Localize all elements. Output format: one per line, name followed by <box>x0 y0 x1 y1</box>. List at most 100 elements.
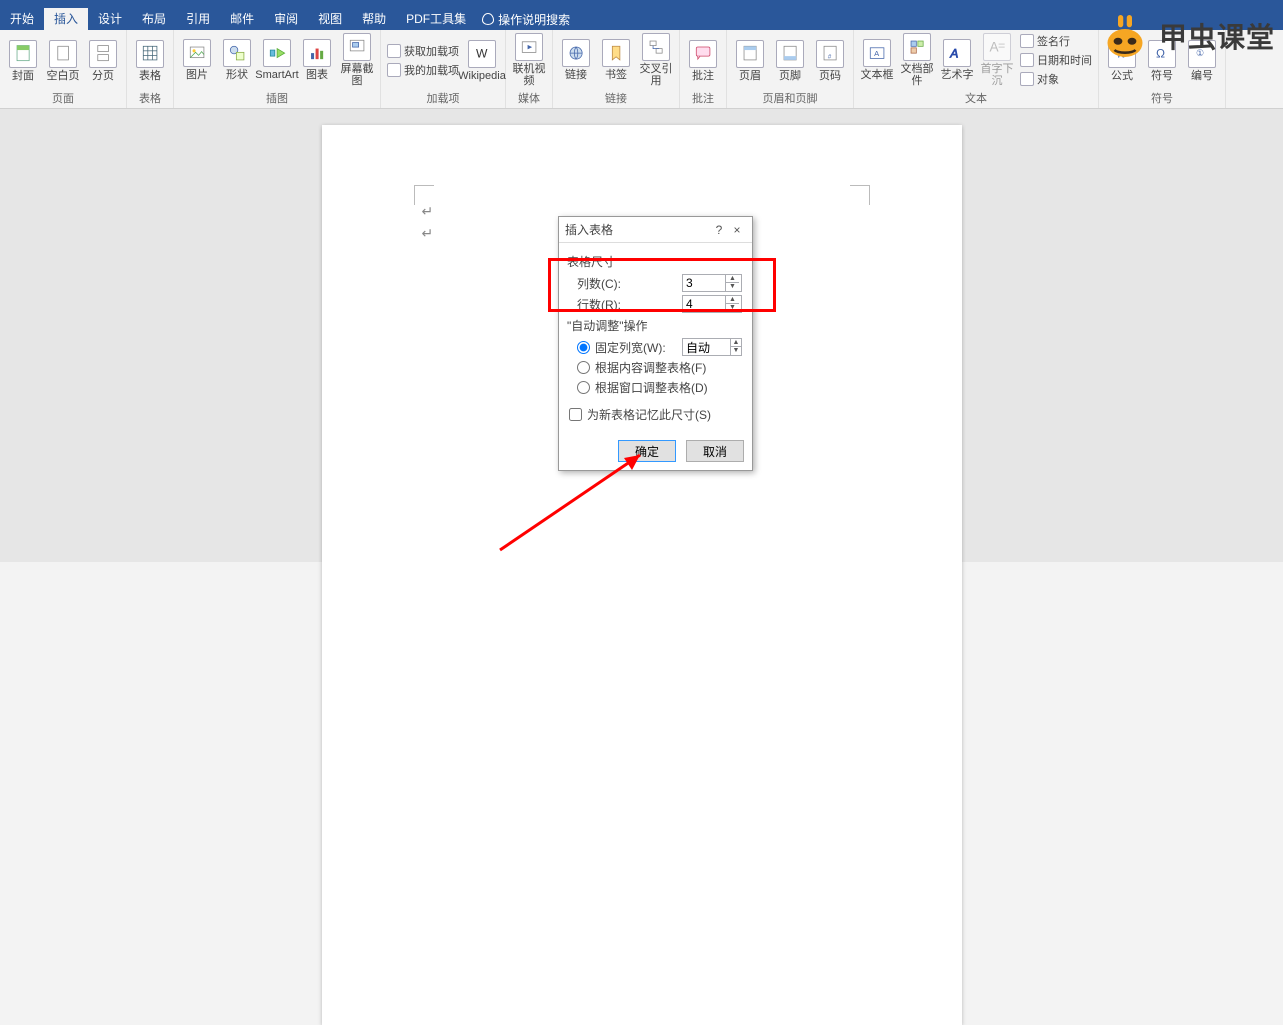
link-button[interactable]: 链接 <box>557 37 595 83</box>
crossref-icon <box>642 33 670 61</box>
footer-icon <box>776 40 804 68</box>
my-addins-button[interactable]: 我的加载项 <box>385 61 461 79</box>
fit-window-label: 根据窗口调整表格(D) <box>595 379 708 396</box>
shapes-icon <box>223 39 251 67</box>
table-button[interactable]: 表格 <box>131 38 169 84</box>
smartart-button[interactable]: SmartArt <box>258 37 296 83</box>
page-break-icon <box>89 40 117 68</box>
autofit-section: "自动调整"操作 <box>567 317 742 334</box>
textbox-button[interactable]: A文本框 <box>858 37 896 83</box>
spin-up-icon[interactable]: ▲ <box>726 296 739 304</box>
bookmark-button[interactable]: 书签 <box>597 37 635 83</box>
rows-input[interactable] <box>683 297 725 311</box>
tab-help[interactable]: 帮助 <box>352 8 396 30</box>
online-video-button[interactable]: 联机视频 <box>510 31 548 89</box>
picture-icon <box>183 39 211 67</box>
spin-down-icon[interactable]: ▼ <box>726 283 739 291</box>
spin-down-icon[interactable]: ▼ <box>731 347 741 355</box>
header-icon <box>736 40 764 68</box>
columns-spinner[interactable]: ▲▼ <box>682 274 742 292</box>
tab-start[interactable]: 开始 <box>0 8 44 30</box>
datetime-icon <box>1020 53 1034 67</box>
table-size-section: 表格尺寸 <box>567 253 742 270</box>
footer-button[interactable]: 页脚 <box>771 38 809 84</box>
blank-page-icon <box>49 40 77 68</box>
tab-design[interactable]: 设计 <box>88 8 132 30</box>
svg-text:W: W <box>476 47 488 61</box>
textbox-icon: A <box>863 39 891 67</box>
columns-input[interactable] <box>683 276 725 290</box>
group-table-label: 表格 <box>139 89 161 108</box>
signature-line-button[interactable]: 签名行 <box>1018 32 1094 50</box>
quickparts-button[interactable]: 文档部件 <box>898 31 936 89</box>
link-icon <box>562 39 590 67</box>
paragraph-mark: ↵ <box>422 203 434 220</box>
pagenum-button[interactable]: #页码 <box>811 38 849 84</box>
fixed-width-radio[interactable] <box>577 341 590 354</box>
picture-button[interactable]: 图片 <box>178 37 216 83</box>
shapes-button[interactable]: 形状 <box>218 37 256 83</box>
table-icon <box>136 40 164 68</box>
chart-icon <box>303 39 331 67</box>
fit-content-label: 根据内容调整表格(F) <box>595 359 706 376</box>
screenshot-icon <box>343 33 371 61</box>
cover-page-button[interactable]: 封面 <box>4 38 42 84</box>
tab-pdf[interactable]: PDF工具集 <box>396 8 476 30</box>
chart-button[interactable]: 图表 <box>298 37 336 83</box>
wordart-button[interactable]: A艺术字 <box>938 37 976 83</box>
spin-down-icon[interactable]: ▼ <box>726 304 739 312</box>
object-button[interactable]: 对象 <box>1018 70 1094 88</box>
comment-button[interactable]: 批注 <box>684 38 722 84</box>
dialog-title: 插入表格 <box>565 221 710 238</box>
wordart-icon: A <box>943 39 971 67</box>
fixed-width-input[interactable] <box>683 340 725 354</box>
quickparts-icon <box>903 33 931 61</box>
screenshot-button[interactable]: 屏幕截图 <box>338 31 376 89</box>
dropcap-button[interactable]: A首字下沉 <box>978 31 1016 89</box>
header-button[interactable]: 页眉 <box>731 38 769 84</box>
tab-review[interactable]: 审阅 <box>264 8 308 30</box>
wikipedia-icon: W <box>468 40 496 68</box>
remember-size-checkbox[interactable] <box>569 408 582 421</box>
group-hf-label: 页眉和页脚 <box>763 89 818 108</box>
fixed-width-spinner[interactable]: ▲▼ <box>682 338 742 356</box>
cancel-button[interactable]: 取消 <box>686 440 744 462</box>
object-icon <box>1020 72 1034 86</box>
get-addins-button[interactable]: 获取加载项 <box>385 42 461 60</box>
tab-layout[interactable]: 布局 <box>132 8 176 30</box>
ok-button[interactable]: 确定 <box>618 440 676 462</box>
addins-icon <box>387 63 401 77</box>
page-break-button[interactable]: 分页 <box>84 38 122 84</box>
datetime-button[interactable]: 日期和时间 <box>1018 51 1094 69</box>
pagenum-icon: # <box>816 40 844 68</box>
spin-up-icon[interactable]: ▲ <box>726 275 739 283</box>
ribbon: 封面 空白页 分页 页面 表格 表格 图片 形状 SmartArt 图表 屏幕截… <box>0 30 1283 109</box>
watermark-text: 甲虫课堂 <box>1159 16 1275 56</box>
rows-spinner[interactable]: ▲▼ <box>682 295 742 313</box>
insert-table-dialog: 插入表格 ? × 表格尺寸 列数(C): ▲▼ 行数(R): ▲▼ "自动调整"… <box>558 216 753 471</box>
svg-text:A: A <box>949 47 958 61</box>
group-media-label: 媒体 <box>518 89 540 108</box>
margin-corner-tr <box>850 185 870 205</box>
fixed-width-label: 固定列宽(W): <box>595 339 682 356</box>
tab-view[interactable]: 视图 <box>308 8 352 30</box>
margin-corner-tl <box>414 185 434 205</box>
cover-page-icon <box>9 40 37 68</box>
tab-insert[interactable]: 插入 <box>44 8 88 30</box>
wikipedia-button[interactable]: WWikipedia <box>463 38 501 84</box>
store-icon <box>387 44 401 58</box>
spin-up-icon[interactable]: ▲ <box>731 339 741 347</box>
fit-content-radio[interactable] <box>577 361 590 374</box>
tab-mail[interactable]: 邮件 <box>220 8 264 30</box>
blank-page-button[interactable]: 空白页 <box>44 38 82 84</box>
dialog-close-button[interactable]: × <box>728 223 746 237</box>
tab-reference[interactable]: 引用 <box>176 8 220 30</box>
remember-size-label: 为新表格记忆此尺寸(S) <box>587 406 711 423</box>
dialog-help-button[interactable]: ? <box>710 223 728 237</box>
rows-label: 行数(R): <box>577 296 682 313</box>
crossref-button[interactable]: 交叉引用 <box>637 31 675 89</box>
signature-icon <box>1020 34 1034 48</box>
fit-window-radio[interactable] <box>577 381 590 394</box>
tell-me-search[interactable]: 操作说明搜索 <box>482 11 570 28</box>
group-text-label: 文本 <box>965 89 987 108</box>
